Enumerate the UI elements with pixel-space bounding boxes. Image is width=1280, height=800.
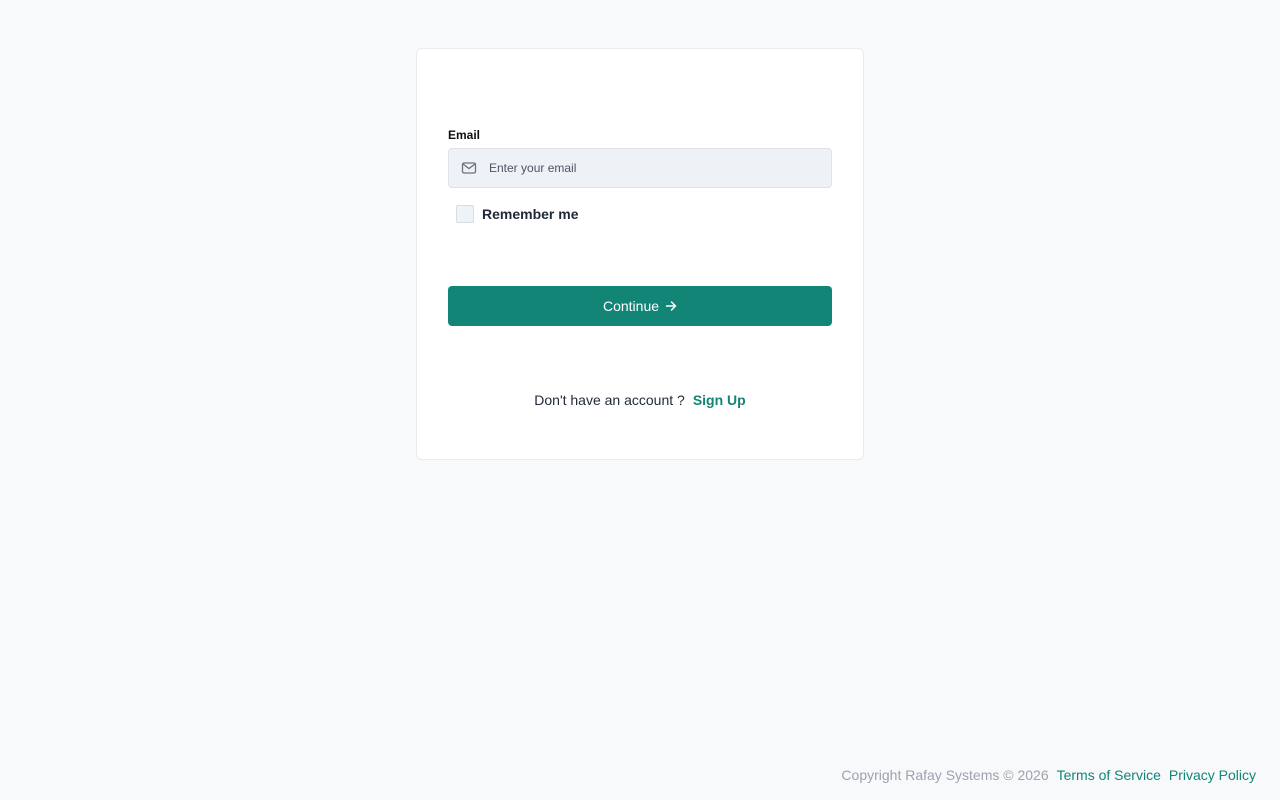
email-field[interactable] [448, 148, 832, 188]
privacy-policy-link[interactable]: Privacy Policy [1169, 767, 1256, 783]
signup-prompt: Don't have an account ? [534, 392, 685, 408]
continue-button-label: Continue [602, 298, 660, 314]
remember-me-label[interactable]: Remember me [482, 206, 579, 222]
arrow-right-icon [665, 300, 677, 312]
signup-link[interactable]: Sign Up [693, 392, 746, 408]
terms-of-service-link[interactable]: Terms of Service [1057, 767, 1161, 783]
continue-button[interactable]: Continue [448, 286, 832, 326]
signup-row: Don't have an account ? Sign Up [417, 392, 863, 408]
email-input[interactable] [489, 149, 831, 187]
remember-me-checkbox[interactable] [456, 205, 474, 223]
remember-me-option[interactable]: Remember me [456, 205, 579, 223]
footer: Copyright Rafay Systems © 2026 Terms of … [841, 767, 1256, 783]
copyright-text: Copyright Rafay Systems © 2026 [841, 767, 1049, 783]
login-page: Email Remember me Continue Don't [0, 0, 1280, 800]
login-card: Email Remember me Continue Don't [416, 48, 864, 460]
mail-icon [461, 160, 477, 176]
email-label: Email [448, 128, 481, 142]
